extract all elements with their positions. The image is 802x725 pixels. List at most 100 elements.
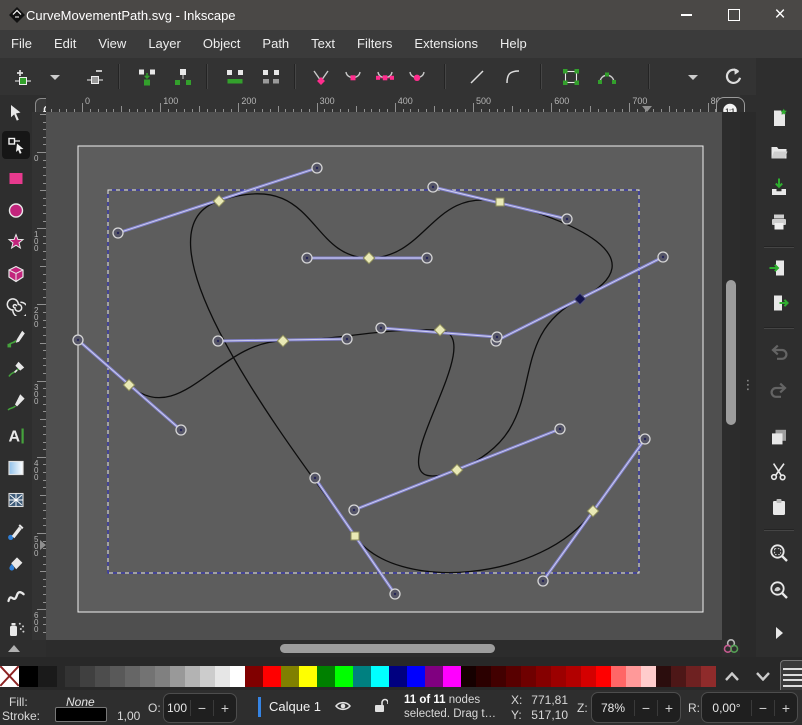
- path-node[interactable]: [496, 198, 504, 206]
- palette-swatch[interactable]: [566, 666, 581, 687]
- curve-segment-button[interactable]: [498, 62, 528, 91]
- node-symmetric-button[interactable]: [370, 62, 400, 91]
- zoom-drawing-button[interactable]: [767, 578, 791, 602]
- palette-scroll-up-button[interactable]: [719, 665, 745, 687]
- palette-swatch[interactable]: [200, 666, 215, 687]
- palette-swatch[interactable]: [230, 666, 245, 687]
- palette-swatch[interactable]: [611, 666, 626, 687]
- zoom-selection-button[interactable]: [767, 541, 791, 565]
- palette-swatch[interactable]: [0, 666, 19, 687]
- opacity-value[interactable]: 100: [164, 701, 190, 715]
- stroke-width-value[interactable]: 1,00: [117, 709, 140, 723]
- palette-swatch[interactable]: [506, 666, 521, 687]
- menu-edit[interactable]: Edit: [43, 30, 87, 58]
- palette-swatch[interactable]: [19, 666, 38, 687]
- export-document-button[interactable]: [767, 291, 791, 315]
- toolbox-overflow-arrow[interactable]: [8, 645, 20, 652]
- copy-button[interactable]: [767, 425, 791, 449]
- rotation-increase-button[interactable]: +: [774, 700, 797, 716]
- zoom-decrease-button[interactable]: −: [634, 700, 657, 716]
- undo-button[interactable]: [767, 340, 791, 364]
- tool-box-3d[interactable]: [2, 260, 30, 288]
- object-to-path-button[interactable]: [556, 62, 586, 91]
- vertical-scrollbar[interactable]: [722, 112, 740, 640]
- tool-selector[interactable]: [2, 99, 30, 127]
- rotate-canvas-button[interactable]: [718, 62, 748, 91]
- tool-star[interactable]: [2, 228, 30, 256]
- join-nodes-button[interactable]: [132, 62, 162, 91]
- minimize-button[interactable]: [664, 0, 708, 30]
- palette-swatch[interactable]: [641, 666, 656, 687]
- palette-swatch[interactable]: [335, 666, 353, 687]
- node-auto-button[interactable]: [402, 62, 432, 91]
- palette-swatch[interactable]: [551, 666, 566, 687]
- palette-swatch[interactable]: [596, 666, 611, 687]
- rotation-value[interactable]: 0,00°: [702, 701, 751, 715]
- horizontal-scrollbar[interactable]: [46, 640, 722, 657]
- palette-swatch[interactable]: [389, 666, 407, 687]
- palette-swatch[interactable]: [407, 666, 425, 687]
- delete-segment-button[interactable]: [256, 62, 286, 91]
- line-segment-button[interactable]: [462, 62, 492, 91]
- palette-swatch[interactable]: [671, 666, 686, 687]
- tool-tweak[interactable]: [2, 582, 30, 610]
- tool-text[interactable]: A: [2, 422, 30, 450]
- menu-extensions[interactable]: Extensions: [403, 30, 489, 58]
- zoom-increase-button[interactable]: +: [657, 700, 680, 716]
- tool-mesh-gradient[interactable]: [2, 486, 30, 514]
- color-management-icon[interactable]: [721, 637, 741, 655]
- cut-button[interactable]: [767, 459, 791, 483]
- node-corner-button[interactable]: [306, 62, 336, 91]
- palette-swatch[interactable]: [656, 666, 671, 687]
- palette-swatch[interactable]: [215, 666, 230, 687]
- horizontal-scrollbar-thumb[interactable]: [280, 644, 495, 653]
- palette-swatch[interactable]: [245, 666, 263, 687]
- palette-swatch[interactable]: [299, 666, 317, 687]
- stroke-color-swatch[interactable]: [55, 707, 107, 722]
- vertical-ruler[interactable]: 0100200300400500600: [32, 112, 46, 640]
- palette-swatch[interactable]: [125, 666, 140, 687]
- palette-swatch[interactable]: [521, 666, 536, 687]
- palette-swatch[interactable]: [371, 666, 389, 687]
- menu-file[interactable]: File: [0, 30, 43, 58]
- tool-gradient[interactable]: [2, 454, 30, 482]
- palette-swatch[interactable]: [170, 666, 185, 687]
- new-document-button[interactable]: [767, 106, 791, 130]
- tool-rectangle[interactable]: [2, 164, 30, 192]
- palette-swatch[interactable]: [353, 666, 371, 687]
- insert-node-button[interactable]: [8, 62, 38, 91]
- paste-button[interactable]: [767, 495, 791, 519]
- opacity-decrease-button[interactable]: −: [190, 700, 213, 716]
- tool-spiral[interactable]: [2, 292, 30, 320]
- palette-swatch[interactable]: [461, 666, 476, 687]
- palette-swatch[interactable]: [185, 666, 200, 687]
- node-smooth-button[interactable]: [338, 62, 368, 91]
- opacity-increase-button[interactable]: +: [213, 700, 236, 716]
- palette-swatch[interactable]: [281, 666, 299, 687]
- more-commands-button[interactable]: [767, 621, 791, 645]
- palette-swatch[interactable]: [263, 666, 281, 687]
- palette-scroll-down-button[interactable]: [750, 665, 776, 687]
- palette-swatch[interactable]: [95, 666, 110, 687]
- menu-text[interactable]: Text: [300, 30, 346, 58]
- tool-dropper[interactable]: [2, 518, 30, 546]
- menu-object[interactable]: Object: [192, 30, 252, 58]
- stroke-to-path-button[interactable]: [592, 62, 622, 91]
- save-document-button[interactable]: [767, 175, 791, 199]
- vertical-scrollbar-thumb[interactable]: [726, 280, 736, 425]
- tool-pencil[interactable]: [2, 324, 30, 352]
- maximize-button[interactable]: [712, 0, 756, 30]
- panel-splitter-handle[interactable]: ⋮: [740, 112, 756, 657]
- menu-help[interactable]: Help: [489, 30, 538, 58]
- tool-calligraphy[interactable]: [2, 388, 30, 416]
- palette-swatch[interactable]: [443, 666, 461, 687]
- palette-swatch[interactable]: [140, 666, 155, 687]
- palette-swatch[interactable]: [581, 666, 596, 687]
- horizontal-ruler[interactable]: 0100200300400500600700800: [46, 95, 740, 112]
- join-with-segment-button[interactable]: [220, 62, 250, 91]
- palette-swatch[interactable]: [536, 666, 551, 687]
- palette-swatch[interactable]: [155, 666, 170, 687]
- open-document-button[interactable]: [767, 140, 791, 164]
- menu-filters[interactable]: Filters: [346, 30, 403, 58]
- tool-node-editor[interactable]: [2, 131, 30, 159]
